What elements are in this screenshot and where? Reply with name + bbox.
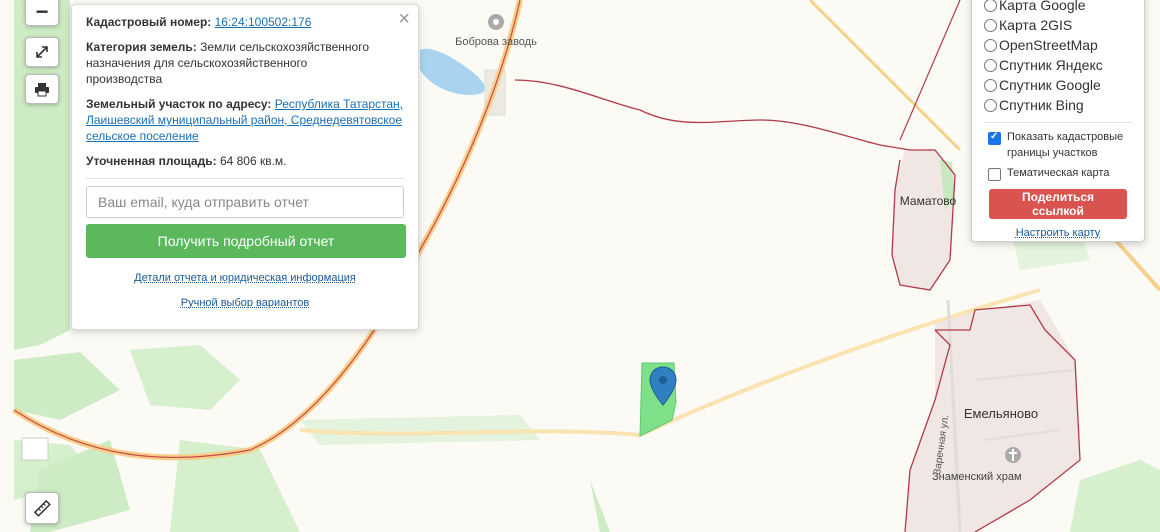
radio-icon[interactable] xyxy=(984,0,997,12)
details-link[interactable]: Детали отчета и юридическая информация xyxy=(134,272,356,284)
label-mamatovo: Маматово xyxy=(900,194,957,208)
cadastral-label: Кадастровый номер: xyxy=(86,15,212,29)
layer-label: Спутник Яндекс xyxy=(999,57,1103,73)
printer-icon xyxy=(35,82,49,96)
radio-icon[interactable] xyxy=(984,58,997,72)
label-bobrovaya: Боброва заводь xyxy=(455,36,537,48)
radio-icon[interactable] xyxy=(984,98,997,112)
divider xyxy=(984,122,1132,123)
area-value: 64 806 кв.м. xyxy=(219,154,287,168)
manual-select-link[interactable]: Ручной выбор вариантов xyxy=(181,297,309,309)
email-input[interactable] xyxy=(86,186,404,218)
map-layers-panel: Карта Google Карта 2GIS OpenStreetMap Сп… xyxy=(971,0,1145,242)
setup-link-row: Настроить карту xyxy=(984,227,1132,239)
print-button[interactable] xyxy=(25,74,59,104)
fullscreen-button[interactable] xyxy=(25,37,59,67)
ruler-button[interactable] xyxy=(25,492,59,524)
zoom-out-button[interactable]: − xyxy=(25,0,59,26)
layer-label: OpenStreetMap xyxy=(999,37,1098,53)
checkbox-checked-icon[interactable] xyxy=(988,129,1001,145)
label-emelyanovo: Емельяново xyxy=(964,406,1038,421)
ruler-icon xyxy=(33,499,51,517)
layer-label: Карта 2GIS xyxy=(999,17,1073,33)
area-row: Уточненная площадь: 64 806 кв.м. xyxy=(86,153,404,169)
category-row: Категория земель: Земли сельскохозяйстве… xyxy=(86,39,371,87)
divider xyxy=(86,178,404,179)
cadastral-toggle-label: Показать кадастровые границы участков xyxy=(1007,131,1124,159)
layer-option[interactable]: Спутник Google xyxy=(984,75,1132,95)
plot-info-popup: × Кадастровый номер: 16:24:100502:176 Ка… xyxy=(71,4,419,330)
expand-icon xyxy=(36,46,48,58)
category-label: Категория земель: xyxy=(86,40,197,54)
church-icon xyxy=(1005,447,1021,463)
layer-option[interactable]: Спутник Яндекс xyxy=(984,55,1132,75)
cadastral-number-link[interactable]: 16:24:100502:176 xyxy=(215,15,312,29)
layer-label: Спутник Bing xyxy=(999,97,1084,113)
layer-option[interactable]: Карта Google xyxy=(984,0,1132,15)
setup-map-link[interactable]: Настроить карту xyxy=(1016,227,1101,239)
address-row: Земельный участок по адресу: Республика … xyxy=(86,96,404,144)
layer-label: Спутник Google xyxy=(999,77,1101,93)
layer-option[interactable]: Карта 2GIS xyxy=(984,15,1132,35)
cadastral-row: Кадастровый номер: 16:24:100502:176 xyxy=(86,14,404,30)
checkbox-icon[interactable] xyxy=(988,168,1001,181)
manual-link-row: Ручной выбор вариантов xyxy=(86,297,404,309)
details-link-row: Детали отчета и юридическая информация xyxy=(86,272,404,284)
close-icon[interactable]: × xyxy=(398,9,410,29)
radio-icon[interactable] xyxy=(984,78,997,92)
thematic-toggle[interactable]: Тематическая карта xyxy=(984,165,1132,181)
get-report-button[interactable]: Получить подробный отчет xyxy=(86,224,406,258)
layer-option[interactable]: Спутник Bing xyxy=(984,95,1132,115)
radio-icon[interactable] xyxy=(984,38,997,52)
share-link-button[interactable]: Поделиться ссылкой xyxy=(989,189,1127,219)
layer-option[interactable]: OpenStreetMap xyxy=(984,35,1132,55)
area-label: Уточненная площадь: xyxy=(86,154,217,168)
radio-icon[interactable] xyxy=(984,18,997,32)
bobrovaya-poi-icon xyxy=(488,14,504,30)
layer-label: Карта Google xyxy=(999,0,1086,13)
label-znamensky: Знаменский храм xyxy=(932,471,1022,483)
cadastral-toggle[interactable]: Показать кадастровые границы участков xyxy=(984,129,1132,161)
thematic-toggle-label: Тематическая карта xyxy=(1007,167,1110,179)
minus-icon: − xyxy=(35,0,49,24)
address-label: Земельный участок по адресу: xyxy=(86,97,272,111)
